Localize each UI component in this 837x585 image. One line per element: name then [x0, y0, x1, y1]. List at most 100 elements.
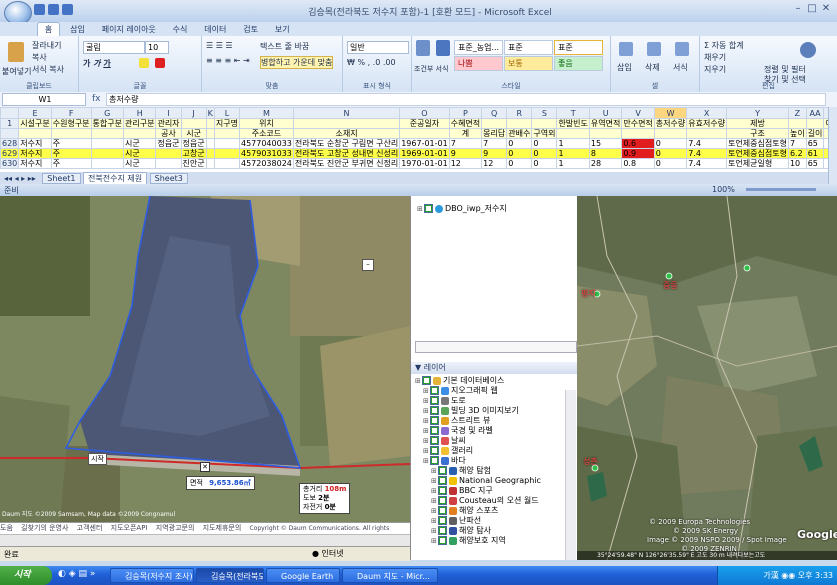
cell[interactable]: 0: [531, 138, 558, 149]
close-icon[interactable]: ✕: [819, 3, 833, 14]
tab-formulas[interactable]: 수식: [166, 23, 195, 36]
cell[interactable]: [621, 128, 655, 139]
cell[interactable]: [213, 138, 240, 149]
merge-center-button[interactable]: 병합하고 가운데 맞춤: [260, 56, 334, 69]
cell[interactable]: 정읍군: [180, 138, 207, 149]
layer-item[interactable]: ⊞ 해양 스포츠: [431, 506, 498, 516]
cell[interactable]: [531, 118, 558, 129]
cell[interactable]: [506, 118, 533, 129]
column-header[interactable]: N: [292, 107, 401, 119]
column-header[interactable]: Y: [726, 107, 789, 119]
cell[interactable]: 수원형구분: [50, 118, 92, 129]
cell[interactable]: 저수지: [18, 138, 52, 149]
cell[interactable]: 8: [588, 148, 623, 159]
paste-button[interactable]: 붙여넣기: [2, 66, 31, 77]
footer-link-support[interactable]: 고객센터: [77, 524, 103, 532]
cell[interactable]: 관배수: [506, 128, 533, 139]
map-collapse-button[interactable]: –: [362, 259, 374, 271]
name-box[interactable]: W1: [2, 93, 86, 106]
footer-link-help[interactable]: 도움: [0, 524, 13, 532]
task-excel-1[interactable]: 김승목(저수지 조사): [110, 568, 194, 583]
footer-link-ads[interactable]: 지역광고문의: [156, 524, 195, 532]
cell[interactable]: [155, 158, 182, 169]
layer-item[interactable]: ⊞ 도로: [423, 396, 466, 406]
earth-place-2[interactable]: 중동: [663, 280, 678, 291]
cell[interactable]: 저수지: [18, 148, 52, 159]
expand-icon[interactable]: ⊞: [423, 456, 430, 466]
column-header[interactable]: W: [653, 107, 688, 119]
style-standard-agri[interactable]: 표준_농업...: [454, 40, 503, 55]
redo-icon[interactable]: [62, 4, 73, 15]
align-icons-2[interactable]: ≡ ≡ ≡ ⇤ ⇥: [206, 56, 250, 65]
column-header[interactable]: V: [621, 107, 655, 119]
number-format-select[interactable]: 일반: [347, 41, 409, 54]
layer-item[interactable]: ⊞ 스트리트 뷰: [423, 416, 490, 426]
layer-checkbox[interactable]: [422, 376, 431, 385]
cell[interactable]: 0: [506, 138, 533, 149]
cell[interactable]: 0.9: [621, 148, 655, 159]
cell[interactable]: 0: [653, 158, 688, 169]
style-bad[interactable]: 나쁨: [454, 56, 503, 71]
find-icon[interactable]: [800, 42, 816, 58]
tab-view[interactable]: 보기: [268, 23, 297, 36]
layer-item[interactable]: ⊞ 갤러리: [423, 446, 473, 456]
tab-insert[interactable]: 삽입: [63, 23, 92, 36]
cell[interactable]: 1970-01-01: [399, 158, 450, 169]
places-item-dbo[interactable]: ⊞ DBO_iwp_저수지: [417, 204, 507, 214]
zoom-level[interactable]: 100%: [712, 185, 735, 194]
layer-item[interactable]: ⊞ 날씨: [423, 436, 466, 446]
google-earth-view[interactable]: 평지 중동 성촌 © 2009 Europa Technologies © 20…: [577, 196, 837, 560]
cell[interactable]: 지구명: [213, 118, 240, 129]
expand-icon[interactable]: ⊞: [423, 426, 430, 436]
cell[interactable]: 1967-01-01: [399, 138, 450, 149]
cell[interactable]: 1: [556, 138, 590, 149]
sheet-table[interactable]: EFGHIJKLMNOPQRSTUVWXYZAAABAC 1시설구분수원형구분통…: [0, 107, 828, 169]
cell[interactable]: 10: [787, 158, 807, 169]
style-good[interactable]: 좋음: [554, 56, 603, 71]
cell[interactable]: [805, 118, 825, 129]
cell[interactable]: 9: [448, 148, 483, 159]
sheet-tab-3[interactable]: Sheet3: [149, 173, 188, 184]
tray-icons[interactable]: ◉◉: [781, 571, 798, 580]
column-header[interactable]: P: [448, 107, 483, 119]
expand-icon[interactable]: ⊞: [423, 406, 430, 416]
wrap-text-button[interactable]: 텍스트 줄 바꿈: [260, 41, 309, 52]
row-header[interactable]: 630: [0, 158, 20, 169]
column-header[interactable]: M: [238, 107, 294, 119]
cell[interactable]: 총저수량: [653, 118, 688, 129]
cell[interactable]: 12: [481, 158, 508, 169]
cell[interactable]: 주소코드: [238, 128, 294, 139]
cell[interactable]: 0.8: [621, 158, 655, 169]
spreadsheet-grid[interactable]: EFGHIJKLMNOPQRSTUVWXYZAAABAC 1시설구분수원형구분통…: [0, 107, 828, 172]
tab-page-layout[interactable]: 페이지 레이아웃: [95, 23, 163, 36]
layer-item[interactable]: ⊞ 해양보호 지역: [431, 536, 506, 546]
cell[interactable]: 0: [653, 138, 688, 149]
cell[interactable]: 저수지: [18, 158, 52, 169]
style-standard-sheet1[interactable]: 표준_Sheet1: [504, 40, 553, 65]
cell[interactable]: [90, 128, 125, 139]
daum-map-view[interactable]: – 시작 면적 9,653.86㎡ 총거리 108m 도보 2분 자전거 0분 …: [0, 196, 410, 522]
cell[interactable]: 위치: [238, 118, 294, 129]
style-neutral[interactable]: 보통: [504, 56, 553, 71]
cell[interactable]: 정읍군: [155, 138, 182, 149]
layer-item[interactable]: ⊞ 지오그래픽 웹: [423, 386, 498, 396]
cell[interactable]: 시군: [122, 148, 157, 159]
cell[interactable]: 12: [448, 158, 483, 169]
layer-item[interactable]: ⊞ 기본 데이터베이스: [415, 376, 504, 386]
cell[interactable]: [787, 118, 807, 129]
footer-link-ops[interactable]: 길찾기의 운영사: [21, 524, 68, 532]
task-excel-2[interactable]: 김승목(전라북도...: [196, 568, 264, 583]
cell[interactable]: 관리자: [155, 118, 182, 129]
row-header[interactable]: 629: [0, 148, 20, 159]
font-color-icon[interactable]: [155, 58, 165, 68]
expand-icon[interactable]: ⊞: [423, 386, 430, 396]
excel-vertical-scrollbar[interactable]: [828, 107, 837, 184]
font-size-select[interactable]: 10: [145, 41, 169, 54]
cell[interactable]: 준공일자: [399, 118, 450, 129]
cell[interactable]: [50, 128, 92, 139]
cell[interactable]: 주: [50, 148, 92, 159]
tab-review[interactable]: 검토: [236, 23, 265, 36]
cell[interactable]: 7.4: [686, 158, 728, 169]
column-header[interactable]: G: [90, 107, 125, 119]
cell[interactable]: 4572038024: [238, 158, 294, 169]
